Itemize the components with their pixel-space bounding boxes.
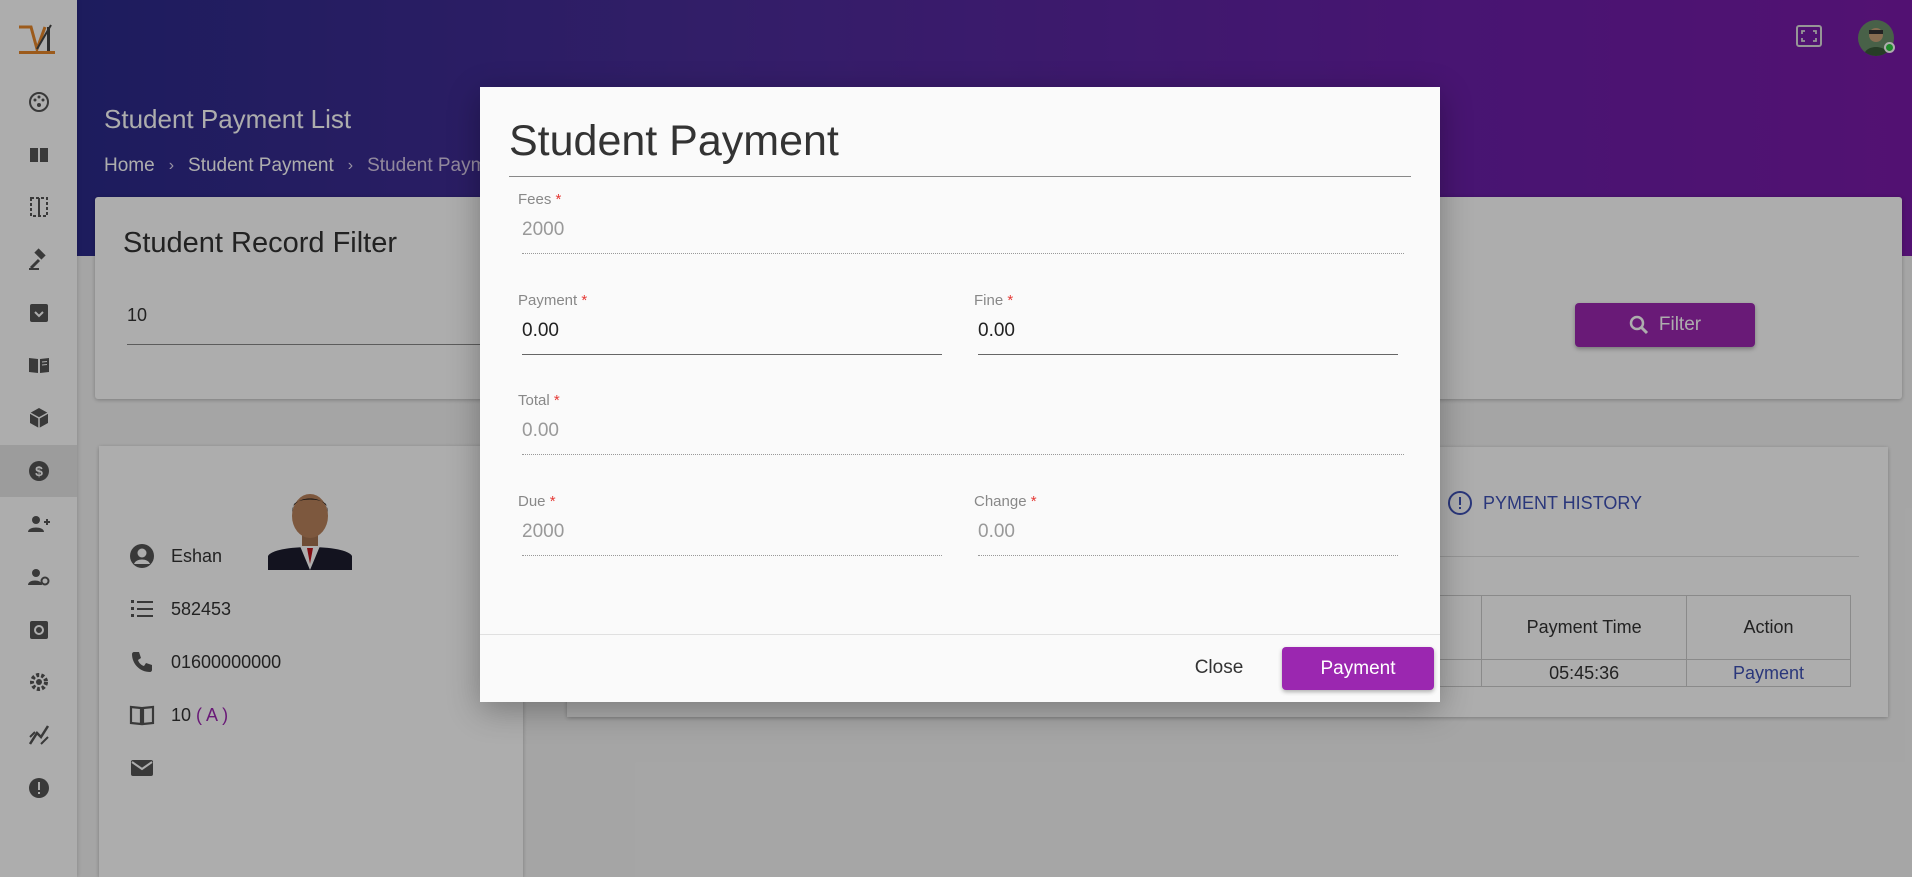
change-value: 0.00 bbox=[978, 521, 1015, 542]
total-value: 0.00 bbox=[522, 420, 559, 441]
fees-underline bbox=[522, 253, 1404, 254]
change-underline bbox=[978, 555, 1398, 556]
total-field: Total * 0.00 bbox=[518, 392, 1410, 455]
payment-field[interactable]: Payment * 0.00 bbox=[518, 292, 950, 355]
total-label: Total * bbox=[518, 392, 560, 409]
close-button[interactable]: Close bbox=[1175, 646, 1263, 690]
payment-underline bbox=[522, 354, 942, 355]
change-field: Change * 0.00 bbox=[974, 493, 1410, 556]
dialog-title: Student Payment bbox=[509, 117, 839, 165]
due-underline bbox=[522, 555, 942, 556]
due-label: Due * bbox=[518, 493, 556, 510]
fine-underline bbox=[978, 354, 1398, 355]
dialog-footer-divider bbox=[480, 634, 1440, 635]
fine-field[interactable]: Fine * 0.00 bbox=[974, 292, 1410, 355]
dialog-title-divider bbox=[509, 176, 1411, 177]
payment-input[interactable]: 0.00 bbox=[522, 320, 559, 342]
fine-label: Fine * bbox=[974, 292, 1014, 309]
fees-label: Fees * bbox=[518, 191, 562, 208]
due-value: 2000 bbox=[522, 521, 565, 542]
fees-value: 2000 bbox=[522, 219, 565, 240]
fine-input[interactable]: 0.00 bbox=[978, 320, 1015, 342]
payment-label: Payment * bbox=[518, 292, 588, 309]
total-underline bbox=[522, 454, 1404, 455]
change-label: Change * bbox=[974, 493, 1037, 510]
due-field: Due * 2000 bbox=[518, 493, 950, 556]
student-payment-dialog: Student Payment Fees * 2000 Payment * 0.… bbox=[480, 87, 1440, 702]
payment-submit-button[interactable]: Payment bbox=[1282, 647, 1434, 690]
fees-field: Fees * 2000 bbox=[518, 191, 1410, 254]
